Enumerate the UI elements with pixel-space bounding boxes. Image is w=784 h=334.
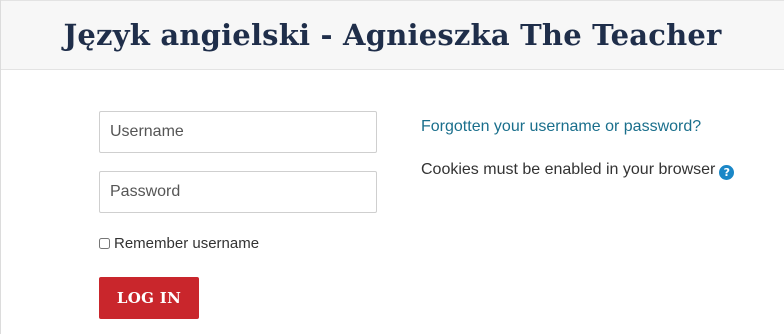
forgot-password-link[interactable]: Forgotten your username or password? [421, 115, 741, 138]
page-header: Język angielski - Agnieszka The Teacher [1, 0, 784, 70]
password-input[interactable] [99, 171, 377, 213]
cookies-notice-text: Cookies must be enabled in your browser [421, 161, 716, 178]
login-info: Forgotten your username or password? Coo… [421, 115, 741, 181]
login-button[interactable]: LOG IN [99, 277, 199, 319]
help-glyph: ? [723, 166, 731, 179]
question-circle-icon[interactable]: ? [719, 165, 735, 180]
remember-username-label: Remember username [114, 235, 260, 252]
remember-username[interactable]: Remember username [99, 235, 377, 252]
cookies-notice: Cookies must be enabled in your browser? [421, 158, 741, 181]
login-page: Język angielski - Agnieszka The Teacher … [0, 0, 784, 334]
username-input[interactable] [99, 111, 377, 153]
login-form: Remember username LOG IN [99, 111, 377, 319]
site-title: Język angielski - Agnieszka The Teacher [63, 18, 722, 52]
remember-username-checkbox[interactable] [99, 238, 110, 249]
